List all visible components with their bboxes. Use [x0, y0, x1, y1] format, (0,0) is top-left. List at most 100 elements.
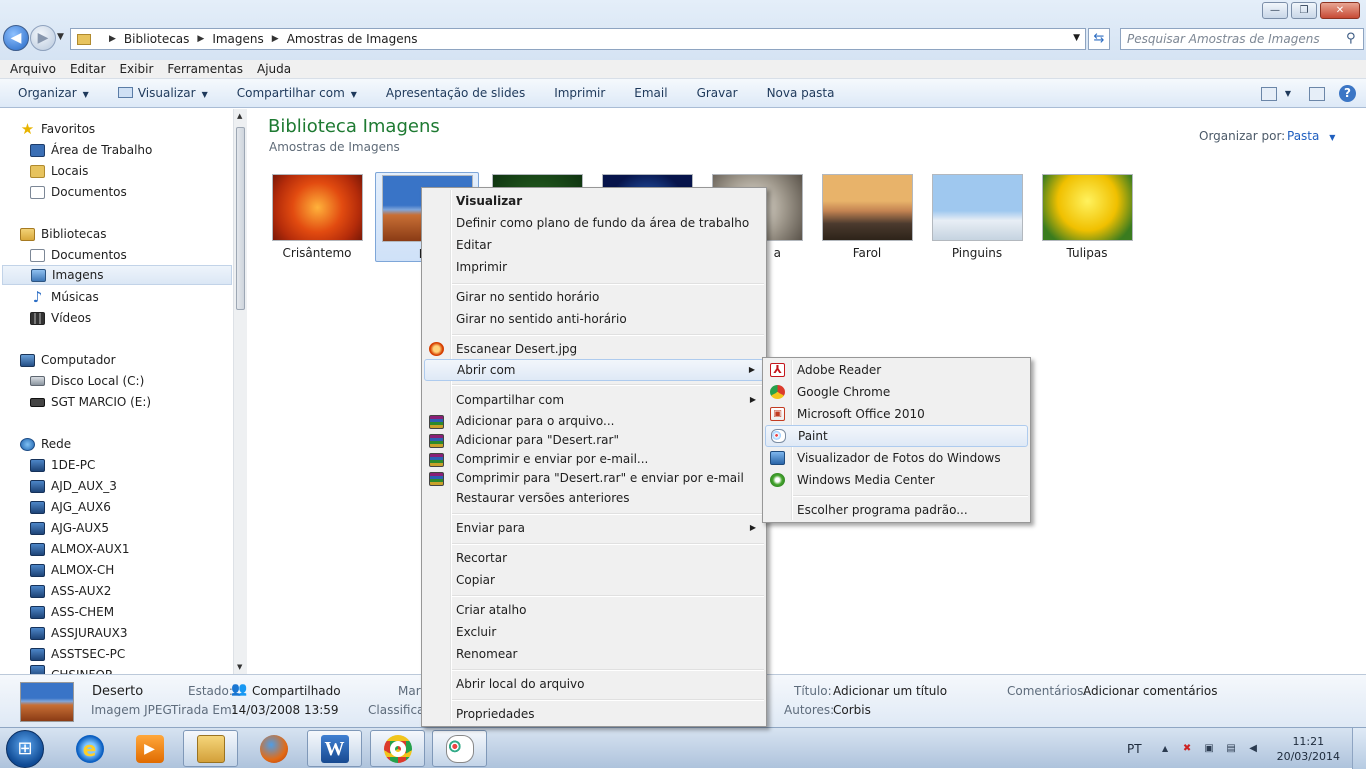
scroll-down-icon[interactable]: ▼	[237, 663, 242, 671]
details-comments-value[interactable]: Adicionar comentários	[1083, 684, 1217, 698]
search-icon[interactable]: ⚲	[1346, 31, 1361, 46]
breadcrumb-imagens[interactable]: Imagens	[212, 32, 263, 46]
view-button[interactable]: Visualizar ▼	[117, 86, 208, 100]
organize-button[interactable]: Organizar ▼	[18, 86, 89, 100]
share-button[interactable]: Compartilhar com ▼	[237, 86, 357, 100]
menu-item-rotate-cw[interactable]: Girar no sentido horário	[424, 286, 764, 308]
nav-network[interactable]: Rede	[20, 434, 71, 454]
details-title-value[interactable]: Adicionar um título	[833, 684, 947, 698]
menu-item-cut[interactable]: Recortar	[424, 547, 764, 569]
clock[interactable]: 11:21 20/03/2014	[1277, 734, 1340, 764]
thumbnail-pinguins[interactable]: Pinguins	[925, 172, 1029, 262]
maximize-button[interactable]: ❐	[1291, 2, 1317, 19]
new-folder-button[interactable]: Nova pasta	[767, 86, 835, 100]
menu-item-properties[interactable]: Propriedades	[424, 703, 764, 725]
change-view-icon[interactable]	[1260, 86, 1277, 101]
nav-network-computer[interactable]: AJG_AUX6	[30, 497, 111, 517]
nav-network-computer[interactable]: CHSINFOR	[30, 665, 113, 674]
open-with-office[interactable]: ▣ Microsoft Office 2010	[765, 403, 1028, 425]
taskbar-windows-explorer[interactable]	[183, 730, 238, 767]
slideshow-button[interactable]: Apresentação de slides	[386, 86, 525, 100]
menu-item-edit[interactable]: Editar	[424, 234, 764, 256]
taskbar-word[interactable]: W	[307, 730, 362, 767]
menu-item-compress-email[interactable]: Comprimir e enviar por e-mail...	[424, 450, 764, 469]
device-icon[interactable]: ▣	[1203, 742, 1216, 755]
menu-item-set-background[interactable]: Definir como plano de fundo da área de t…	[424, 212, 764, 234]
scroll-up-icon[interactable]: ▲	[237, 112, 242, 120]
nav-network-computer[interactable]: AJG-AUX5	[30, 518, 109, 538]
back-button[interactable]: ◀	[3, 25, 29, 51]
nav-favorites[interactable]: ★ Favoritos	[20, 119, 95, 139]
nav-lib-documents[interactable]: Documentos	[30, 245, 127, 265]
menu-item-view[interactable]: Visualizar	[424, 190, 764, 212]
nav-network-computer[interactable]: AJD_AUX_3	[30, 476, 117, 496]
show-hidden-icons-icon[interactable]: ▲	[1159, 742, 1172, 755]
taskbar-chrome[interactable]	[370, 730, 425, 767]
menu-item-print[interactable]: Imprimir	[424, 256, 764, 278]
network-adapter-icon[interactable]: ▤	[1225, 742, 1238, 755]
menu-item-add-archive[interactable]: Adicionar para o arquivo...	[424, 412, 764, 431]
menu-item-share-with[interactable]: Compartilhar com ▶	[424, 389, 764, 411]
minimize-button[interactable]: —	[1262, 2, 1288, 19]
menu-item-create-shortcut[interactable]: Criar atalho	[424, 599, 764, 621]
menu-item-restore-versions[interactable]: Restaurar versões anteriores	[424, 487, 764, 509]
nav-disk-e[interactable]: SGT MARCIO (E:)	[30, 392, 151, 412]
nav-disk-c[interactable]: Disco Local (C:)	[30, 371, 144, 391]
taskbar-media-player[interactable]: ▶	[122, 730, 177, 767]
nav-computer[interactable]: Computador	[20, 350, 116, 370]
thumbnail-farol[interactable]: Farol	[815, 172, 919, 262]
address-dropdown-icon[interactable]: ▼	[1073, 33, 1080, 43]
breadcrumb-separator-icon[interactable]: ▶	[197, 34, 204, 44]
start-button[interactable]: ⊞	[6, 730, 44, 768]
menu-item-rotate-ccw[interactable]: Girar no sentido anti-horário	[424, 308, 764, 330]
open-with-media-center[interactable]: Windows Media Center	[765, 469, 1028, 491]
close-button[interactable]: ✕	[1320, 2, 1360, 19]
open-with-choose-default[interactable]: Escolher programa padrão...	[765, 499, 1028, 521]
menu-item-rename[interactable]: Renomear	[424, 643, 764, 665]
preview-pane-icon[interactable]	[1309, 86, 1325, 101]
nav-network-computer[interactable]: 1DE-PC	[30, 455, 95, 475]
menu-exibir[interactable]: Exibir	[119, 62, 153, 76]
menu-item-compress-rar-email[interactable]: Comprimir para "Desert.rar" e enviar por…	[424, 469, 764, 488]
menu-arquivo[interactable]: Arquivo	[10, 62, 56, 76]
open-with-adobe-reader[interactable]: ⅄ Adobe Reader	[765, 359, 1028, 381]
arrange-by-dropdown[interactable]: Pasta ▼	[1287, 129, 1335, 143]
nav-desktop[interactable]: Área de Trabalho	[30, 140, 152, 160]
nav-documents-fav[interactable]: Documentos	[30, 182, 127, 202]
breadcrumb-amostras[interactable]: Amostras de Imagens	[287, 32, 418, 46]
taskbar-firefox[interactable]	[246, 730, 301, 767]
menu-item-open-with[interactable]: Abrir com ▶	[424, 359, 764, 381]
menu-item-send-to[interactable]: Enviar para ▶	[424, 517, 764, 539]
nav-libraries[interactable]: Bibliotecas	[20, 224, 106, 244]
menu-item-delete[interactable]: Excluir	[424, 621, 764, 643]
open-with-photo-viewer[interactable]: Visualizador de Fotos do Windows	[765, 447, 1028, 469]
menu-ferramentas[interactable]: Ferramentas	[167, 62, 243, 76]
nav-places[interactable]: Locais	[30, 161, 88, 181]
forward-button[interactable]: ▶	[30, 25, 56, 51]
help-icon[interactable]: ?	[1339, 85, 1356, 102]
details-taken-value[interactable]: 14/03/2008 13:59	[231, 703, 339, 717]
scrollbar-thumb[interactable]	[236, 127, 245, 310]
nav-network-computer[interactable]: ASS-AUX2	[30, 581, 111, 601]
breadcrumb-bibliotecas[interactable]: Bibliotecas	[124, 32, 189, 46]
menu-ajuda[interactable]: Ajuda	[257, 62, 291, 76]
thumbnail-crisantemo[interactable]: Crisântemo	[265, 172, 369, 262]
address-bar[interactable]: ▶ Bibliotecas ▶ Imagens ▶ Amostras de Im…	[70, 28, 1086, 50]
open-with-paint[interactable]: Paint	[765, 425, 1028, 447]
nav-network-computer[interactable]: ALMOX-CH	[30, 560, 114, 580]
network-error-icon[interactable]: ✖	[1181, 742, 1194, 755]
show-desktop-button[interactable]	[1352, 728, 1366, 769]
chevron-down-icon[interactable]: ▼	[1285, 89, 1291, 98]
burn-button[interactable]: Gravar	[697, 86, 738, 100]
thumbnail-tulipas[interactable]: Tulipas	[1035, 172, 1139, 262]
nav-network-computer[interactable]: ASS-CHEM	[30, 602, 114, 622]
menu-editar[interactable]: Editar	[70, 62, 106, 76]
menu-item-open-location[interactable]: Abrir local do arquivo	[424, 673, 764, 695]
menu-item-copy[interactable]: Copiar	[424, 569, 764, 591]
menu-item-scan[interactable]: Escanear Desert.jpg	[424, 338, 764, 360]
recent-pages-dropdown[interactable]: ▼	[57, 32, 64, 42]
email-button[interactable]: Email	[634, 86, 667, 100]
volume-icon[interactable]: ◀	[1247, 742, 1260, 755]
navigation-scrollbar[interactable]: ▲ ▼	[233, 109, 247, 674]
print-button[interactable]: Imprimir	[554, 86, 605, 100]
